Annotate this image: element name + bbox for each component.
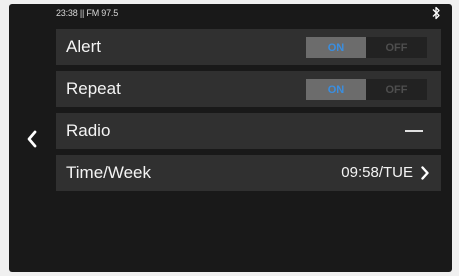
- setting-row-repeat[interactable]: Repeat ON OFF: [56, 71, 441, 107]
- alert-toggle-off[interactable]: OFF: [366, 37, 427, 58]
- radio-value-dash: [405, 130, 423, 132]
- setting-row-radio[interactable]: Radio: [56, 113, 441, 149]
- setting-row-alert[interactable]: Alert ON OFF: [56, 29, 441, 65]
- setting-label-repeat: Repeat: [66, 79, 121, 98]
- setting-label-alert: Alert: [66, 37, 101, 56]
- bluetooth-icon: [432, 6, 440, 20]
- setting-label-time-week: Time/Week: [66, 163, 152, 182]
- repeat-toggle[interactable]: ON OFF: [306, 79, 427, 100]
- alert-toggle-on[interactable]: ON: [306, 37, 366, 58]
- status-text: 23:38 || FM 97.5: [56, 8, 119, 18]
- chevron-left-icon: [27, 130, 37, 148]
- back-button[interactable]: [15, 122, 49, 156]
- setting-row-time-week[interactable]: Time/Week 09:58/TUE: [56, 155, 441, 191]
- repeat-toggle-on[interactable]: ON: [306, 79, 366, 100]
- chevron-right-icon: [421, 166, 429, 180]
- screen: 23:38 || FM 97.5 Alert ON OFF Repeat ON …: [9, 4, 452, 272]
- status-bar: 23:38 || FM 97.5: [9, 4, 452, 24]
- setting-label-radio: Radio: [66, 121, 111, 140]
- repeat-toggle-off[interactable]: OFF: [366, 79, 427, 100]
- time-week-value: 09:58/TUE: [341, 164, 413, 181]
- alert-toggle[interactable]: ON OFF: [306, 37, 427, 58]
